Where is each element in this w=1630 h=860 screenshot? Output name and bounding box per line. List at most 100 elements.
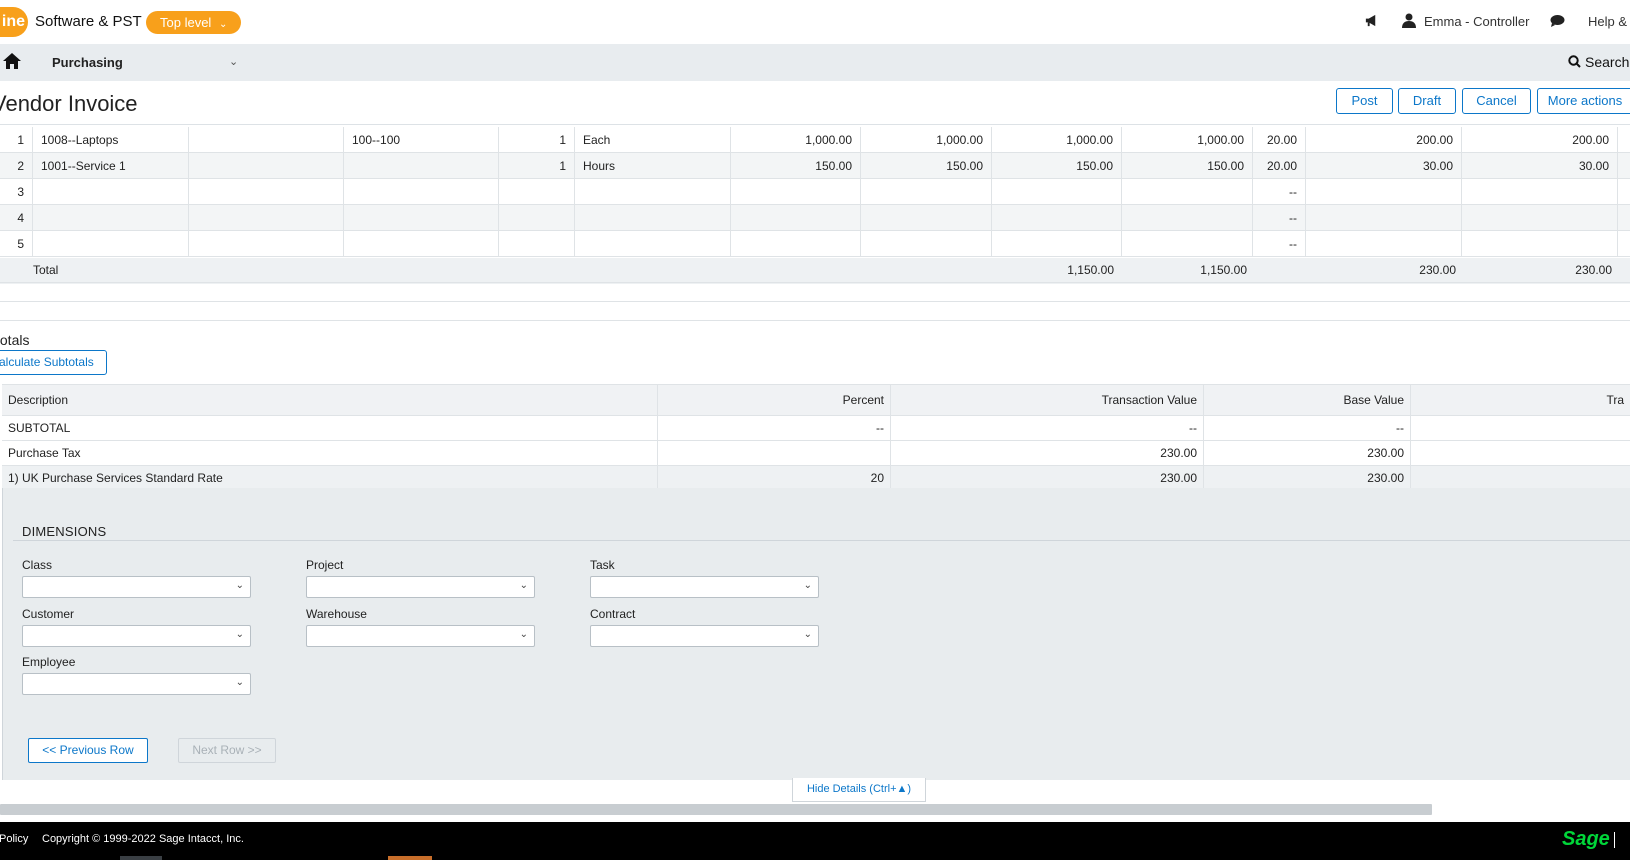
memo-cell[interactable] — [189, 153, 344, 179]
page-title: Vendor Invoice — [0, 91, 138, 116]
company-logo[interactable]: ine — [0, 7, 28, 37]
module-selector[interactable]: Purchasing — [52, 55, 123, 70]
customer-select[interactable]: ⌄ — [22, 625, 251, 647]
class-select[interactable]: ⌄ — [22, 576, 251, 598]
base-tax-cell: 30.00 — [1462, 153, 1618, 179]
price-cell[interactable]: 150.00 — [731, 153, 861, 179]
task-select[interactable]: ⌄ — [590, 576, 819, 598]
amount-cell[interactable] — [861, 205, 992, 231]
megaphone-icon[interactable] — [1364, 13, 1379, 31]
company-name[interactable]: Software & PST — [35, 13, 142, 30]
department-cell[interactable] — [344, 179, 499, 205]
cancel-button[interactable]: Cancel — [1462, 88, 1531, 114]
price-cell[interactable] — [731, 179, 861, 205]
total-row: Total 1,150.00 1,150.00 230.00 230.00 — [0, 258, 1630, 284]
percent-cell[interactable]: -- — [658, 416, 891, 440]
item-cell[interactable] — [33, 205, 189, 231]
amount-cell[interactable] — [861, 231, 992, 257]
extra-cell — [1411, 441, 1630, 465]
home-icon[interactable] — [2, 52, 22, 75]
unit-cell[interactable]: Hours — [575, 153, 731, 179]
contract-select[interactable]: ⌄ — [590, 625, 819, 647]
price-cell[interactable]: 1,000.00 — [731, 127, 861, 153]
table-row[interactable]: SUBTOTAL -- -- -- — [2, 416, 1630, 441]
row-number: 2 — [0, 153, 33, 179]
quantity-cell[interactable] — [499, 205, 575, 231]
draft-button[interactable]: Draft — [1398, 88, 1456, 114]
department-cell[interactable] — [344, 231, 499, 257]
unit-cell[interactable] — [575, 231, 731, 257]
chevron-down-icon[interactable]: ⌄ — [229, 55, 238, 68]
employee-select[interactable]: ⌄ — [22, 673, 251, 695]
quantity-cell[interactable]: 1 — [499, 153, 575, 179]
transaction-total-cell — [992, 205, 1122, 231]
warehouse-select[interactable]: ⌄ — [306, 625, 535, 647]
percent-cell[interactable] — [658, 441, 891, 465]
chevron-down-icon: ⌄ — [218, 19, 228, 30]
amount-cell[interactable] — [861, 179, 992, 205]
base-tax-cell — [1462, 231, 1618, 257]
item-cell[interactable]: 1001--Service 1 — [33, 153, 189, 179]
unit-cell[interactable] — [575, 179, 731, 205]
memo-cell[interactable] — [189, 205, 344, 231]
search-button[interactable]: Search — [1568, 54, 1629, 70]
entity-level-dropdown[interactable]: Top level ⌄ — [146, 11, 242, 34]
amount-cell[interactable]: 150.00 — [861, 153, 992, 179]
unit-cell[interactable]: Each — [575, 127, 731, 153]
percent-cell[interactable]: 20 — [658, 466, 891, 490]
item-cell[interactable] — [33, 231, 189, 257]
price-cell[interactable] — [731, 231, 861, 257]
table-row[interactable]: 2 1001--Service 1 1 Hours 150.00 150.00 … — [0, 153, 1630, 179]
department-cell[interactable] — [344, 153, 499, 179]
help-menu[interactable]: Help & — [1588, 14, 1627, 29]
total-label: Total — [33, 263, 59, 277]
calculate-subtotals-button[interactable]: alculate Subtotals — [0, 350, 107, 375]
table-row[interactable]: Purchase Tax 230.00 230.00 — [2, 441, 1630, 466]
transaction-total-cell — [992, 231, 1122, 257]
quantity-cell[interactable]: 1 — [499, 127, 575, 153]
total-tax: 230.00 — [1419, 263, 1456, 277]
hide-details-button[interactable]: Hide Details (Ctrl+▲) — [792, 778, 926, 802]
table-row[interactable]: 3 -- — [0, 179, 1630, 205]
chevron-down-icon: ⌄ — [235, 629, 244, 640]
department-cell[interactable] — [344, 205, 499, 231]
module-nav-bar: Purchasing ⌄ Search — [0, 44, 1630, 81]
transaction-value-cell[interactable]: 230.00 — [891, 441, 1204, 465]
horizontal-scrollbar[interactable] — [0, 804, 1432, 815]
user-menu[interactable]: Emma - Controller — [1424, 14, 1529, 29]
transaction-value-cell[interactable]: -- — [891, 416, 1204, 440]
memo-cell[interactable] — [189, 231, 344, 257]
memo-cell[interactable] — [189, 127, 344, 153]
item-cell[interactable]: 1008--Laptops — [33, 127, 189, 153]
quantity-cell[interactable] — [499, 179, 575, 205]
memo-cell[interactable] — [189, 179, 344, 205]
taskbar-segment — [388, 856, 432, 860]
divider — [0, 301, 1630, 302]
department-cell[interactable]: 100--100 — [344, 127, 499, 153]
transaction-value-cell[interactable]: 230.00 — [891, 466, 1204, 490]
base-total-cell: 150.00 — [1122, 153, 1253, 179]
table-row[interactable]: 4 -- — [0, 205, 1630, 231]
tax-amount-cell: 200.00 — [1306, 127, 1462, 153]
more-actions-button[interactable]: More actions — [1537, 88, 1630, 114]
amount-cell[interactable]: 1,000.00 — [861, 127, 992, 153]
post-button[interactable]: Post — [1336, 88, 1393, 114]
tax-amount-cell — [1306, 205, 1462, 231]
chevron-down-icon: ⌄ — [519, 629, 528, 640]
unit-cell[interactable] — [575, 205, 731, 231]
chat-bubble-icon[interactable] — [1550, 14, 1565, 30]
quantity-cell[interactable] — [499, 231, 575, 257]
table-row[interactable]: 1 1008--Laptops 100--100 1 Each 1,000.00… — [0, 127, 1630, 153]
transaction-total-cell: 150.00 — [992, 153, 1122, 179]
divider — [0, 282, 1630, 283]
next-row-button[interactable]: Next Row >> — [178, 738, 276, 763]
base-value-cell: 230.00 — [1204, 441, 1411, 465]
previous-row-button[interactable]: << Previous Row — [28, 738, 148, 763]
extra-cell — [1411, 416, 1630, 440]
project-select[interactable]: ⌄ — [306, 576, 535, 598]
price-cell[interactable] — [731, 205, 861, 231]
table-row[interactable]: 5 -- — [0, 231, 1630, 257]
item-cell[interactable] — [33, 179, 189, 205]
privacy-policy-link[interactable]: Policy — [0, 833, 28, 845]
search-label: Search — [1585, 54, 1630, 70]
